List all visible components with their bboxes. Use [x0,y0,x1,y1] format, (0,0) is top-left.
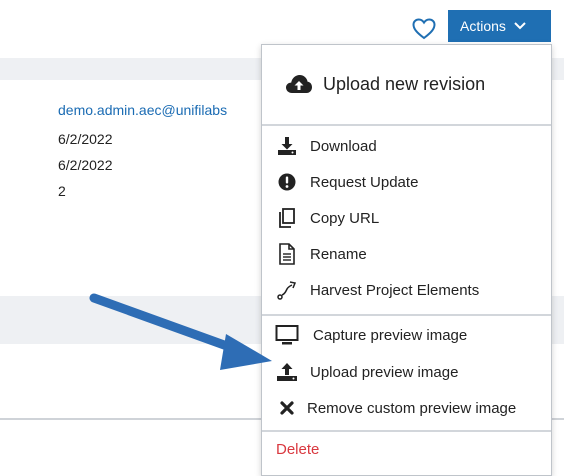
annotation-arrow [89,293,272,370]
